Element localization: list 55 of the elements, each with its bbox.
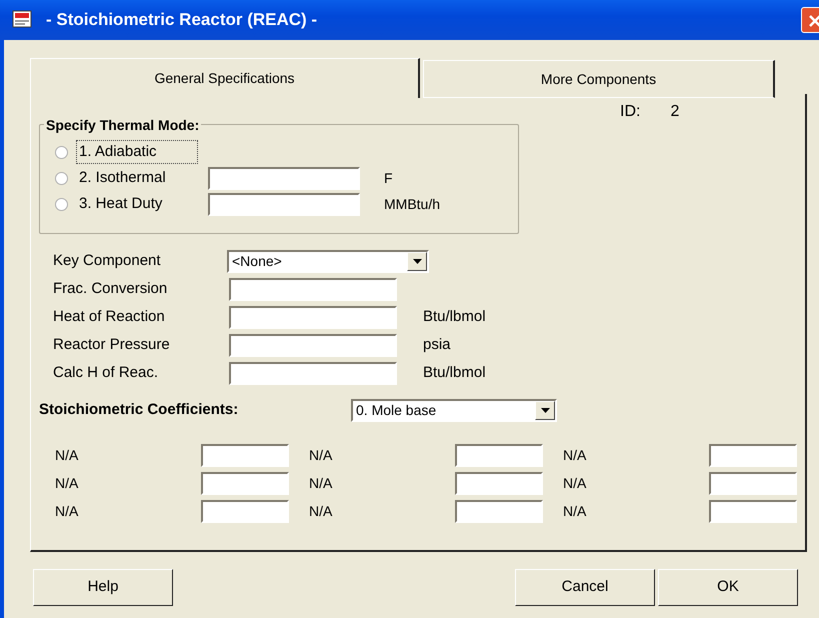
section-title: Stoichiometric Coefficients:: [39, 400, 240, 420]
field-label: Heat of Reaction: [53, 306, 166, 327]
unit-label: Btu/lbmol: [423, 306, 486, 327]
dialog-button[interactable]: Help: [33, 569, 173, 606]
coefficient-field[interactable]: [709, 500, 797, 522]
text-field[interactable]: [229, 278, 397, 300]
coefficient-label: N/A: [563, 446, 588, 464]
coefficient-field[interactable]: [455, 444, 543, 466]
coefficient-field[interactable]: [709, 444, 797, 466]
radio-button[interactable]: [55, 146, 68, 158]
dialog-button[interactable]: Cancel: [515, 569, 655, 606]
coefficient-field[interactable]: [201, 444, 289, 466]
field-label: Key Component: [53, 250, 162, 271]
coefficient-label: N/A: [309, 446, 334, 464]
coefficient-label: N/A: [563, 502, 588, 520]
tab[interactable]: General Specifications: [30, 58, 420, 98]
radio-button[interactable]: [55, 198, 68, 210]
coefficient-label: N/A: [55, 502, 80, 520]
window-title: - Stoichiometric Reactor (REAC) -: [46, 9, 318, 32]
unit-label: MMBtu/h: [384, 194, 440, 214]
option-label: 2. Isothermal: [78, 168, 167, 188]
dropdown[interactable]: 0. Mole base: [351, 399, 557, 422]
field-label: Reactor Pressure: [53, 334, 171, 355]
coefficient-field[interactable]: [201, 500, 289, 522]
tab[interactable]: More Components: [423, 60, 775, 98]
unit-label: F: [384, 168, 393, 188]
unit-label: psia: [423, 334, 451, 355]
text-field[interactable]: [208, 166, 360, 190]
dropdown-value: 0. Mole base: [356, 401, 436, 420]
coefficient-field[interactable]: [709, 472, 797, 494]
coefficient-field[interactable]: [455, 472, 543, 494]
coefficient-field[interactable]: [455, 500, 543, 522]
field-label: Calc H of Reac.: [53, 362, 160, 383]
dropdown[interactable]: <None>: [227, 250, 429, 272]
coefficient-label: N/A: [55, 474, 80, 492]
unit-label: Btu/lbmol: [423, 362, 486, 383]
text-field[interactable]: [208, 192, 360, 216]
option-label: 1. Adiabatic: [76, 140, 198, 164]
text-field[interactable]: [229, 306, 397, 328]
dialog-button[interactable]: OK: [658, 569, 798, 606]
radio-button[interactable]: [55, 172, 68, 184]
close-icon: [807, 13, 819, 30]
id-value: 2: [670, 102, 680, 122]
dropdown-value: <None>: [232, 252, 282, 270]
id-label: ID:: [620, 102, 640, 122]
coefficient-label: N/A: [563, 474, 588, 492]
text-field[interactable]: [229, 334, 397, 356]
coefficient-field[interactable]: [201, 472, 289, 494]
coefficient-label: N/A: [309, 474, 334, 492]
option-label: 3. Heat Duty: [78, 194, 164, 214]
document-icon: [12, 10, 34, 30]
coefficient-label: N/A: [309, 502, 334, 520]
coefficient-label: N/A: [55, 446, 80, 464]
field-label: Frac. Conversion: [53, 278, 168, 299]
text-field[interactable]: [229, 362, 397, 384]
